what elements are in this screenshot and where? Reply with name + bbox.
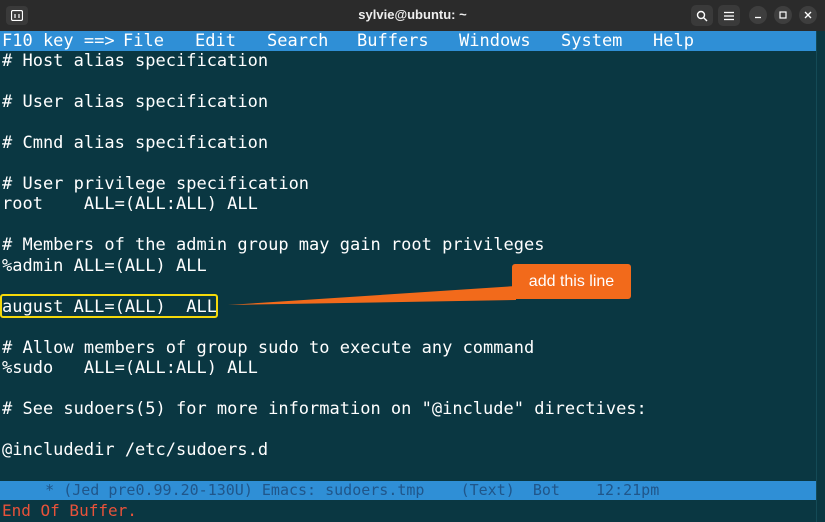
callout-label: add this line xyxy=(512,264,631,299)
callout-pointer-arrow xyxy=(228,286,516,305)
minibuffer-message: End Of Buffer. xyxy=(2,501,137,520)
status-modeline: * (Jed pre0.99.20-130U) Emacs: sudoers.t… xyxy=(0,481,816,500)
